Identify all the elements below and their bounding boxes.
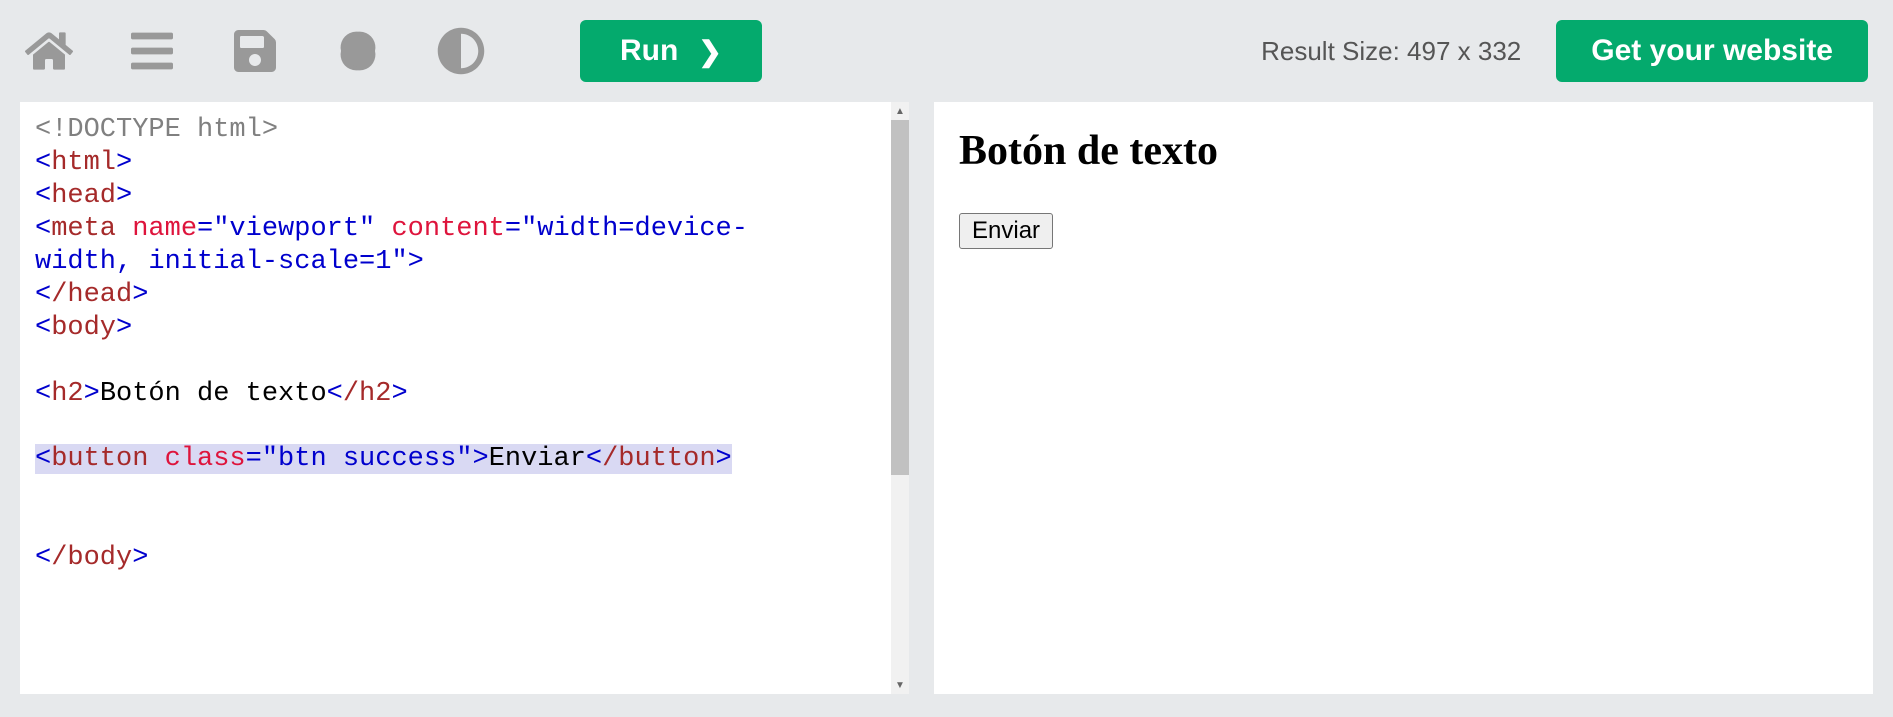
code-token: < xyxy=(35,313,51,343)
code-token: = xyxy=(246,444,262,474)
code-token: = xyxy=(197,214,213,244)
code-token: body xyxy=(51,313,116,343)
code-token: class xyxy=(148,444,245,474)
code-token: "btn success" xyxy=(262,444,473,474)
code-token: head xyxy=(51,181,116,211)
code-token: /body xyxy=(51,543,132,573)
code-token: name xyxy=(116,214,197,244)
code-token: > xyxy=(84,379,100,409)
scroll-up-icon[interactable]: ▲ xyxy=(891,102,909,120)
code-token: < xyxy=(327,379,343,409)
code-token: > xyxy=(116,181,132,211)
result-pane: Botón de texto Enviar xyxy=(934,102,1873,694)
code-token: < xyxy=(35,214,51,244)
editor-pane: <!DOCTYPE html> <html> <head> <meta name… xyxy=(20,102,909,694)
code-token: <!DOCTYPE html> xyxy=(35,115,278,145)
code-token: /head xyxy=(51,280,132,310)
toolbar-left: Run ❯ xyxy=(25,20,762,82)
chevron-right-icon: ❯ xyxy=(698,35,721,68)
code-token: "viewport" xyxy=(213,214,375,244)
code-token: < xyxy=(586,444,602,474)
scrollbar[interactable]: ▲ ▼ xyxy=(891,102,909,694)
code-token: meta xyxy=(51,214,116,244)
result-heading: Botón de texto xyxy=(959,127,1848,175)
scrollbar-thumb[interactable] xyxy=(891,120,909,475)
code-token: button xyxy=(51,444,148,474)
code-token: html xyxy=(51,148,116,178)
panes: <!DOCTYPE html> <html> <head> <meta name… xyxy=(0,102,1893,714)
result-size-label: Result Size: 497 x 332 xyxy=(1261,36,1521,67)
code-token: < xyxy=(35,181,51,211)
code-token: content xyxy=(375,214,505,244)
run-button-label: Run xyxy=(620,34,678,68)
code-token: > xyxy=(472,444,488,474)
rotate-icon[interactable] xyxy=(334,27,382,75)
code-token: < xyxy=(35,543,51,573)
code-token: /h2 xyxy=(343,379,392,409)
code-token: < xyxy=(35,444,51,474)
code-token: > xyxy=(116,148,132,178)
code-token: h2 xyxy=(51,379,83,409)
code-token: "width=device- xyxy=(521,214,748,244)
code-token: > xyxy=(116,313,132,343)
code-token: Botón de texto xyxy=(100,379,327,409)
code-token: = xyxy=(505,214,521,244)
code-token: Enviar xyxy=(489,444,586,474)
code-token: > xyxy=(716,444,732,474)
toolbar: Run ❯ Result Size: 497 x 332 Get your we… xyxy=(0,0,1893,102)
code-token: > xyxy=(132,543,148,573)
code-token: > xyxy=(408,247,424,277)
toolbar-right: Result Size: 497 x 332 Get your website xyxy=(1261,20,1868,82)
code-token: > xyxy=(132,280,148,310)
code-token: < xyxy=(35,280,51,310)
get-website-button[interactable]: Get your website xyxy=(1556,20,1868,82)
code-token: > xyxy=(391,379,407,409)
code-token: < xyxy=(35,148,51,178)
run-button[interactable]: Run ❯ xyxy=(580,20,762,82)
code-token: /button xyxy=(602,444,715,474)
home-icon[interactable] xyxy=(25,27,73,75)
code-token: < xyxy=(35,379,51,409)
menu-icon[interactable] xyxy=(128,27,176,75)
code-token: width, initial-scale=1" xyxy=(35,247,408,277)
code-editor[interactable]: <!DOCTYPE html> <html> <head> <meta name… xyxy=(20,102,909,694)
save-icon[interactable] xyxy=(231,27,279,75)
theme-icon[interactable] xyxy=(437,27,485,75)
scroll-down-icon[interactable]: ▼ xyxy=(891,676,909,694)
result-submit-button[interactable]: Enviar xyxy=(959,213,1053,249)
